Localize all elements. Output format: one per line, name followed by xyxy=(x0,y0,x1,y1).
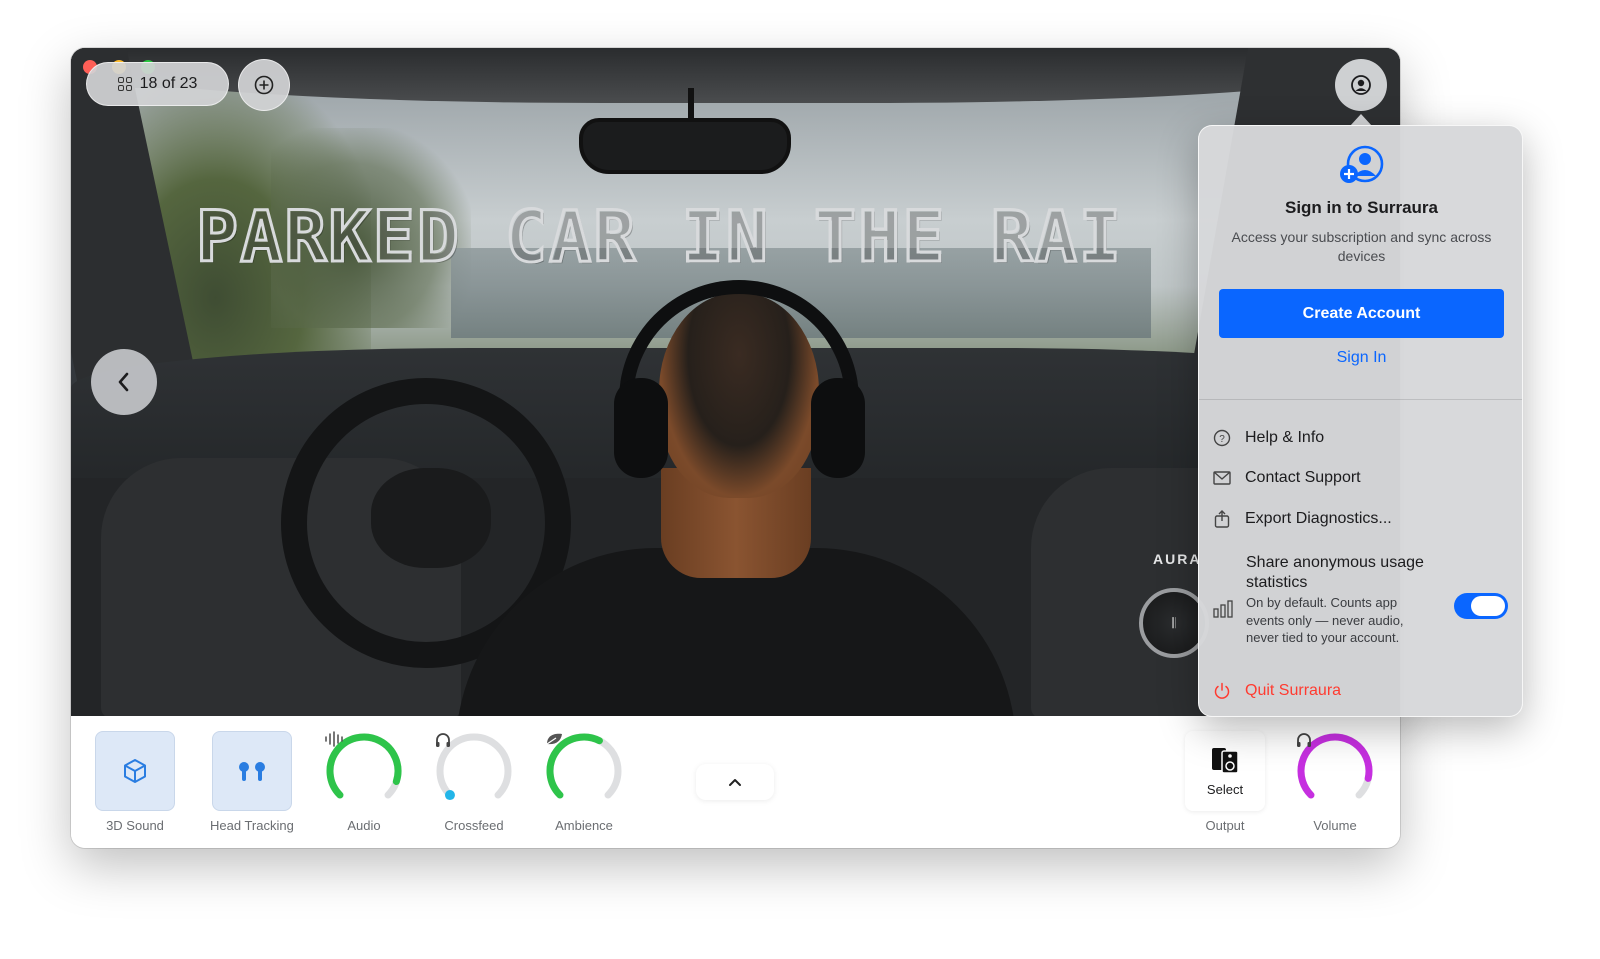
share-stats-title: Share anonymous usage statistics xyxy=(1246,554,1424,591)
create-account-button[interactable]: Create Account xyxy=(1219,289,1504,338)
output-control: Select Output xyxy=(1185,716,1265,833)
add-scene-button[interactable] xyxy=(238,59,290,111)
share-icon xyxy=(1213,510,1231,528)
audio-control: Audio xyxy=(324,716,404,833)
leaf-icon xyxy=(544,731,624,811)
account-button[interactable] xyxy=(1335,59,1387,111)
waveform-icon xyxy=(324,731,404,811)
svg-text:?: ? xyxy=(1219,434,1225,445)
popover-header: Sign in to Surraura Access your subscrip… xyxy=(1199,144,1522,266)
power-icon xyxy=(1213,682,1231,700)
crossfeed-control: Crossfeed xyxy=(434,716,514,833)
menu-item-help[interactable]: ? Help & Info xyxy=(1213,429,1513,447)
output-label: Output xyxy=(1205,818,1245,833)
output-select-button[interactable]: Select xyxy=(1185,731,1265,811)
menu-item-help-label: Help & Info xyxy=(1245,429,1325,446)
toggle-knob xyxy=(1471,596,1505,616)
control-bar: 3D Sound Head Tracking Audio Crossfeed A… xyxy=(71,716,1400,848)
menu-item-quit[interactable]: Quit Surraura xyxy=(1213,682,1513,700)
popover-title: Sign in to Surraura xyxy=(1284,198,1439,217)
ambience-control: Ambience xyxy=(544,716,624,833)
menu-item-contact-label: Contact Support xyxy=(1245,469,1361,486)
person-add-icon xyxy=(1339,145,1383,183)
ambience-dial[interactable] xyxy=(544,731,624,811)
menu-item-quit-label: Quit Surraura xyxy=(1245,682,1342,699)
sound3d-toggle[interactable] xyxy=(95,731,175,811)
head-tracking-label: Head Tracking xyxy=(210,818,294,833)
volume-control: Volume xyxy=(1295,716,1375,833)
popover-subtitle: Access your subscription and sync across… xyxy=(1231,229,1492,264)
scene-counter-label: 18 of 23 xyxy=(139,75,198,92)
audio-dial[interactable] xyxy=(324,731,404,811)
envelope-icon xyxy=(1213,469,1231,487)
ambience-label: Ambience xyxy=(555,818,613,833)
scene-counter-button[interactable]: 18 of 23 xyxy=(86,62,229,106)
menu-item-contact[interactable]: Contact Support xyxy=(1213,469,1513,487)
grid-icon xyxy=(117,77,132,91)
volume-dial[interactable] xyxy=(1295,731,1375,811)
scene-title: PARKED CAR IN THE RAI xyxy=(195,195,1124,280)
crossfeed-dial[interactable] xyxy=(434,731,514,811)
chevron-up-icon xyxy=(729,779,741,786)
chevron-left-icon xyxy=(118,372,129,392)
rearview-mirror xyxy=(579,118,791,174)
question-icon: ? xyxy=(1213,429,1231,447)
aura-label: AURA xyxy=(1153,551,1202,567)
sound3d-label: 3D Sound xyxy=(106,818,164,833)
airpods-icon xyxy=(238,762,265,781)
expand-controls-button[interactable] xyxy=(696,764,774,800)
volume-label: Volume xyxy=(1313,818,1357,833)
headphones-icon xyxy=(434,731,514,811)
sign-in-link[interactable]: Sign In xyxy=(1199,349,1522,367)
headphones-icon xyxy=(1295,731,1375,811)
previous-scene-button[interactable] xyxy=(91,349,157,415)
share-stats-toggle[interactable] xyxy=(1454,593,1508,619)
popover-divider xyxy=(1199,399,1522,400)
waveform-icon: 𝄃 xyxy=(1172,614,1176,631)
cube-icon xyxy=(124,759,146,783)
crossfeed-label: Crossfeed xyxy=(444,818,504,833)
bar-chart-icon xyxy=(1213,600,1233,618)
account-popover: Sign in to Surraura Access your subscrip… xyxy=(1198,125,1523,717)
menu-item-export[interactable]: Export Diagnostics... xyxy=(1213,510,1513,528)
head-tracking-control: Head Tracking xyxy=(210,716,294,833)
plus-circle-icon xyxy=(254,75,274,95)
speaker-icon xyxy=(1212,747,1239,774)
menu-item-export-label: Export Diagnostics... xyxy=(1245,510,1392,527)
sound3d-control: 3D Sound xyxy=(95,716,175,833)
audio-label: Audio xyxy=(347,818,381,833)
share-stats-description: On by default. Counts app events only — … xyxy=(1246,595,1404,645)
person-circle-icon xyxy=(1351,75,1371,95)
output-select-label: Select xyxy=(1206,781,1244,797)
head-tracking-toggle[interactable] xyxy=(211,731,292,811)
